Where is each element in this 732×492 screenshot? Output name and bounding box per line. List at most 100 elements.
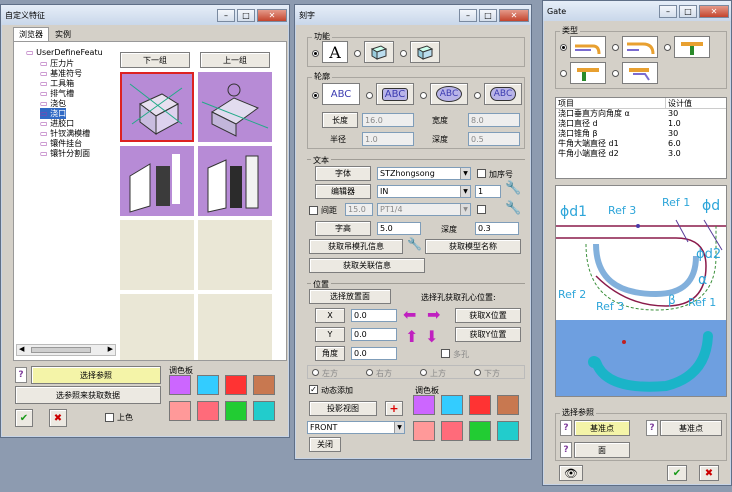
- thumbnail-3[interactable]: [120, 146, 194, 216]
- dir-down-radio[interactable]: [474, 369, 481, 376]
- thumbnail-empty-3[interactable]: [120, 294, 194, 360]
- pitch-select[interactable]: PT1/4 ▼: [377, 203, 471, 216]
- wrench-icon[interactable]: 🔧: [407, 237, 422, 251]
- get-model-name-button[interactable]: 获取模型名称: [425, 239, 521, 254]
- view-select[interactable]: FRONT ▼: [307, 421, 405, 434]
- table-row[interactable]: 牛角小端直径 d2 3.0: [556, 149, 726, 159]
- font-select[interactable]: STZhongsong ▼: [377, 167, 471, 180]
- palette-swatch[interactable]: [413, 395, 435, 415]
- get-hole-info-button[interactable]: 获取吊模孔信息: [309, 239, 403, 254]
- ok-button[interactable]: ✔: [667, 465, 687, 481]
- palette-swatch[interactable]: [469, 421, 491, 441]
- cancel-button[interactable]: ✖: [49, 409, 67, 427]
- add-icon[interactable]: +: [385, 401, 403, 416]
- angle-button[interactable]: 角度: [315, 346, 345, 361]
- outline-radio-4[interactable]: [474, 92, 481, 99]
- chevron-down-icon[interactable]: ▼: [394, 422, 404, 433]
- type-radio-3[interactable]: [664, 44, 671, 51]
- close-dialog-button[interactable]: 关闭: [309, 437, 341, 452]
- palette-swatch[interactable]: [225, 401, 247, 421]
- palette-swatch[interactable]: [169, 375, 191, 395]
- type-option-1[interactable]: [570, 36, 606, 58]
- maximize-button[interactable]: □: [237, 8, 255, 22]
- help-icon[interactable]: ?: [560, 420, 572, 436]
- angle-input[interactable]: 0.0: [351, 347, 397, 360]
- arrow-down-icon[interactable]: ⬇: [425, 327, 438, 346]
- palette-swatch[interactable]: [441, 395, 463, 415]
- dir-left-radio[interactable]: [312, 369, 319, 376]
- x-input[interactable]: 0.0: [351, 309, 397, 322]
- char-height-input[interactable]: 5.0: [377, 222, 421, 235]
- func-radio-text[interactable]: [312, 50, 319, 57]
- minimize-button[interactable]: –: [217, 8, 235, 22]
- font-button[interactable]: 字体: [315, 166, 371, 181]
- type-radio-1[interactable]: [560, 44, 567, 51]
- scroll-right-icon[interactable]: ▶: [108, 345, 113, 353]
- arrow-right-icon[interactable]: ➡: [427, 305, 440, 324]
- depth-input[interactable]: 0.5: [468, 132, 520, 146]
- radius-input[interactable]: 1.0: [362, 132, 414, 146]
- type-option-4[interactable]: [570, 62, 606, 84]
- box-mode-button[interactable]: [364, 41, 394, 63]
- chevron-down-icon[interactable]: ▼: [460, 168, 470, 179]
- select-reference-button[interactable]: 选择参照: [31, 366, 161, 384]
- palette-swatch[interactable]: [253, 401, 275, 421]
- multi-hole-checkbox[interactable]: [441, 349, 450, 358]
- outline-plain-button[interactable]: ABC: [322, 83, 360, 105]
- spacing-input[interactable]: 15.0: [345, 203, 373, 216]
- palette-swatch[interactable]: [169, 401, 191, 421]
- outline-radio-1[interactable]: [312, 92, 319, 99]
- y-input[interactable]: 0.0: [351, 328, 397, 341]
- next-group-button[interactable]: 下一组: [120, 52, 190, 68]
- thumbnail-4[interactable]: [198, 146, 272, 216]
- prev-group-button[interactable]: 上一组: [200, 52, 270, 68]
- type-option-2[interactable]: [622, 36, 658, 58]
- minimize-button[interactable]: –: [459, 8, 477, 22]
- maximize-button[interactable]: □: [479, 8, 497, 22]
- arrow-left-icon[interactable]: ⬅: [403, 305, 416, 324]
- type-option-3[interactable]: [674, 36, 710, 58]
- get-y-button[interactable]: 获取Y位置: [455, 327, 521, 342]
- thumbnail-empty-1[interactable]: [120, 220, 194, 290]
- close-button[interactable]: ✕: [499, 8, 529, 22]
- get-x-button[interactable]: 获取X位置: [455, 308, 521, 323]
- table-row[interactable]: 浇口直径 d 1.0: [556, 119, 726, 129]
- outline-round-button[interactable]: ABC: [484, 83, 522, 105]
- thumbnail-2[interactable]: [198, 72, 272, 142]
- face-button[interactable]: 面: [574, 442, 630, 458]
- get-related-info-button[interactable]: 获取关联信息: [309, 258, 425, 273]
- scroll-thumb[interactable]: [31, 347, 91, 353]
- thumbnail-empty-4[interactable]: [198, 294, 272, 360]
- palette-swatch[interactable]: [441, 421, 463, 441]
- projection-view-button[interactable]: 投影视图: [309, 401, 377, 416]
- chevron-down-icon[interactable]: ▼: [460, 204, 470, 215]
- ok-button[interactable]: ✔: [15, 409, 33, 427]
- tab-browser[interactable]: 浏览器: [13, 27, 49, 41]
- tab-instance[interactable]: 实例: [49, 29, 77, 41]
- arrow-up-icon[interactable]: ⬆: [405, 327, 418, 346]
- close-button[interactable]: ✕: [699, 4, 729, 18]
- chevron-down-icon[interactable]: ▼: [460, 186, 470, 197]
- wrench-icon[interactable]: 🔧: [505, 201, 521, 216]
- depth2-input[interactable]: 0.3: [475, 222, 519, 235]
- table-row[interactable]: 浇口锥角 β 30: [556, 129, 726, 139]
- palette-swatch[interactable]: [197, 401, 219, 421]
- spacing-checkbox[interactable]: [309, 206, 318, 215]
- palette-swatch[interactable]: [469, 395, 491, 415]
- dynamic-add-checkbox[interactable]: ✓: [309, 385, 318, 394]
- palette-swatch[interactable]: [413, 421, 435, 441]
- x-button[interactable]: X: [315, 308, 345, 323]
- maximize-button[interactable]: □: [679, 4, 697, 18]
- help-icon[interactable]: ?: [560, 442, 572, 458]
- editor-button[interactable]: 编辑器: [315, 184, 371, 199]
- dir-up-radio[interactable]: [420, 369, 427, 376]
- get-data-button[interactable]: 选参照来获取数据: [15, 386, 161, 404]
- tree-item[interactable]: ▭ 镶针分割面: [40, 148, 90, 159]
- help-icon[interactable]: ?: [15, 367, 27, 383]
- editor-number-input[interactable]: 1: [475, 185, 501, 198]
- y-button[interactable]: Y: [315, 327, 345, 342]
- palette-swatch[interactable]: [253, 375, 275, 395]
- text-mode-button[interactable]: A: [322, 41, 348, 63]
- outline-rect-button[interactable]: ABC: [376, 83, 414, 105]
- pitch-checkbox[interactable]: [477, 205, 486, 214]
